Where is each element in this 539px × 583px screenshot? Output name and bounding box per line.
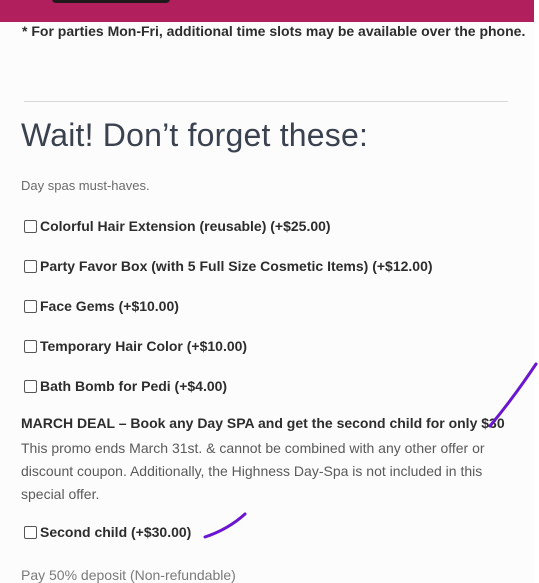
annotation-marks <box>203 362 538 539</box>
annotation-stroke-second-child <box>203 512 247 539</box>
booking-page: * For parties Mon-Fri, additional time s… <box>0 0 539 583</box>
annotation-stroke-deal <box>488 362 538 428</box>
